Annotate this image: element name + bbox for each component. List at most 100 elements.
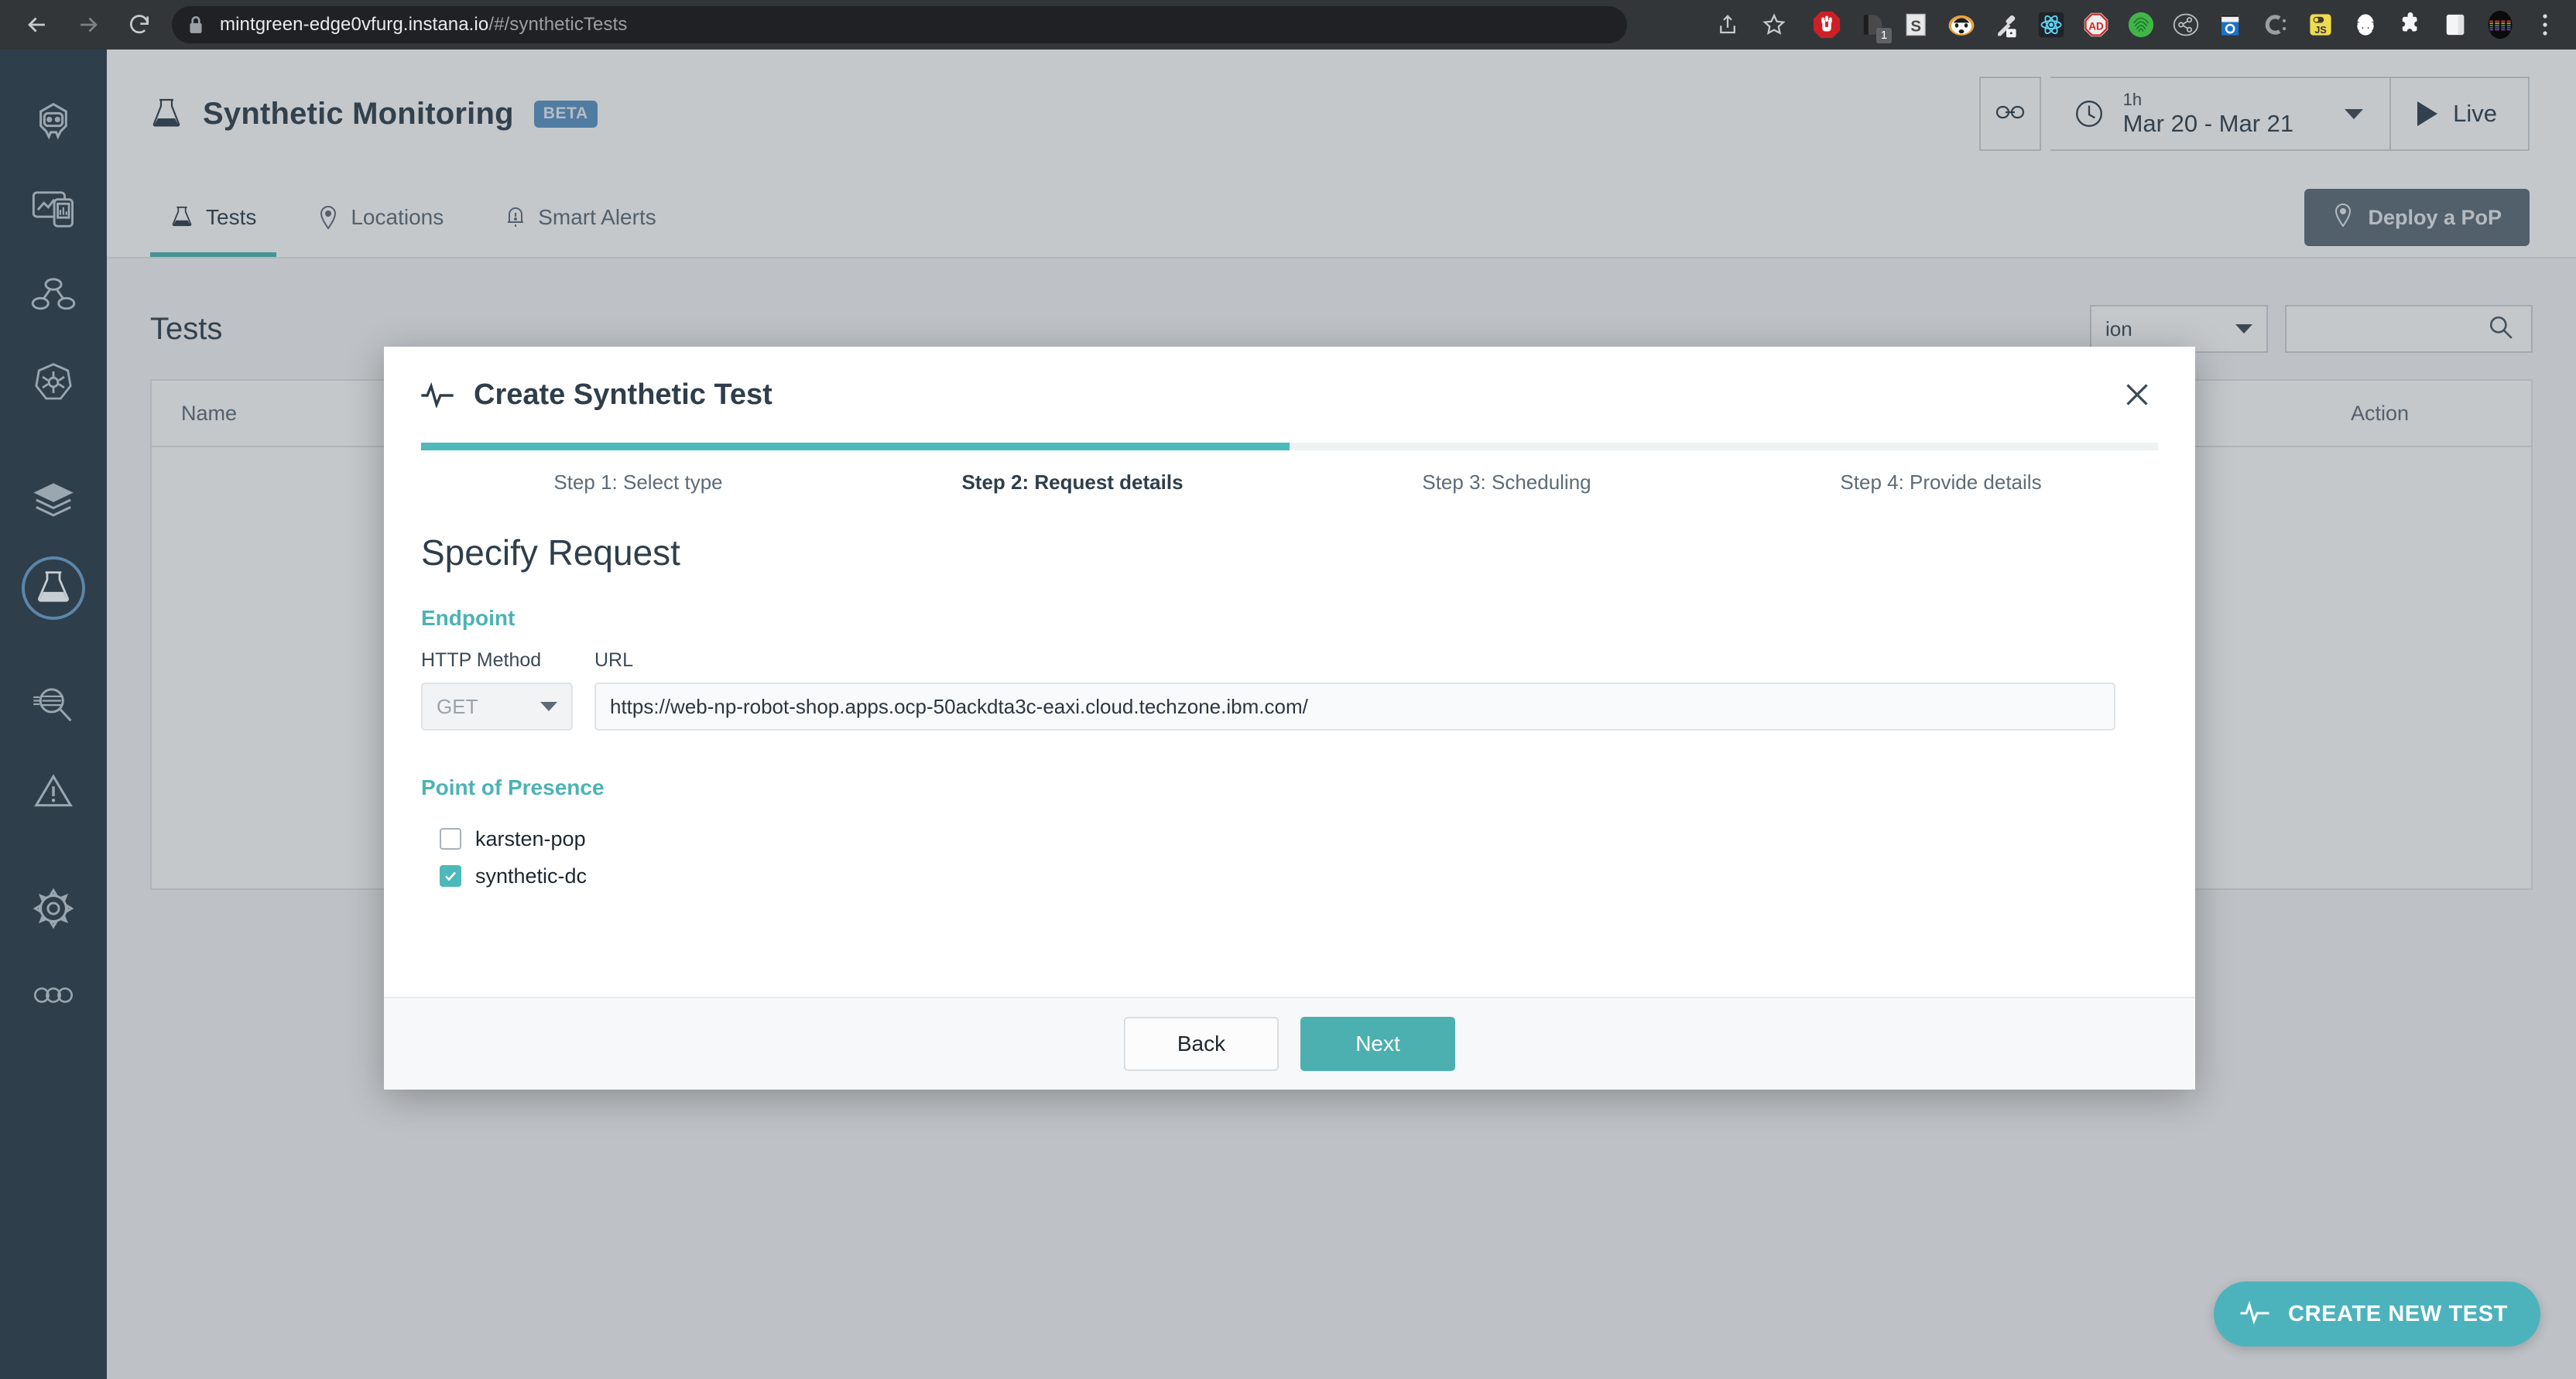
flask-icon (35, 568, 72, 609)
create-new-test-button[interactable]: CREATE NEW TEST (2214, 1281, 2540, 1346)
browser-nav-buttons (0, 2, 163, 48)
dialog-body: Specify Request Endpoint HTTP Method GET… (384, 494, 2195, 895)
main-content: Synthetic Monitoring BETA (107, 50, 2576, 1379)
url-host: mintgreen-edge0vfurg.instana.io (220, 14, 488, 35)
svg-text:S: S (1910, 19, 1921, 36)
browser-toolbar: mintgreen-edge0vfurg.instana.io/#/synthe… (0, 0, 2576, 50)
react-devtools-icon[interactable] (2030, 3, 2073, 46)
create-new-test-label: CREATE NEW TEST (2288, 1302, 2508, 1327)
sidebar-selection-ring (22, 556, 85, 620)
pop-item-synthetic-dc[interactable]: synthetic-dc (440, 857, 2158, 895)
kubernetes-icon (32, 361, 75, 408)
sidebar-item-websites-mobile[interactable] (0, 167, 107, 254)
share-bookmark-group (1706, 3, 1804, 46)
endpoint-fields: HTTP Method GET URL https://web-np-robot… (421, 649, 2158, 731)
robot-icon (32, 101, 75, 148)
step-2[interactable]: Step 2: Request details (855, 471, 1290, 494)
http-method-select[interactable]: GET (421, 683, 573, 731)
url-input[interactable]: https://web-np-robot-shop.apps.ocp-50ack… (594, 683, 2115, 731)
sidebar-item-services[interactable] (0, 254, 107, 340)
pop-item-karsten-pop[interactable]: karsten-pop (440, 820, 2158, 857)
url-label: URL (594, 649, 2115, 672)
sidebar-item-settings[interactable] (0, 867, 107, 953)
pop-item-label: synthetic-dc (475, 864, 587, 888)
share-graph-icon[interactable] (2164, 3, 2208, 46)
sidebar-item-infrastructure[interactable] (0, 458, 107, 545)
pulse-icon (421, 382, 454, 408)
kebab-menu-icon[interactable] (2523, 3, 2567, 46)
address-bar-text: mintgreen-edge0vfurg.instana.io/#/synthe… (220, 14, 627, 36)
reload-icon[interactable] (116, 2, 163, 48)
services-icon (31, 275, 76, 320)
url-path: /#/syntheticTests (488, 14, 627, 35)
sidebar-item-more[interactable] (0, 953, 107, 1040)
checkbox[interactable] (440, 828, 461, 850)
back-icon[interactable] (14, 2, 60, 48)
left-navigation-rail (0, 50, 107, 1379)
sidebar-item-kubernetes[interactable] (0, 340, 107, 427)
star-icon[interactable] (1752, 3, 1796, 46)
url-field: URL https://web-np-robot-shop.apps.ocp-5… (594, 649, 2115, 731)
create-synthetic-test-dialog: Create Synthetic Test Step 1: Select typ… (384, 347, 2195, 1090)
warning-triangle-icon (32, 772, 75, 814)
sidepanel-icon[interactable] (2434, 3, 2477, 46)
step-3[interactable]: Step 3: Scheduling (1290, 471, 1724, 494)
application-window: Synthetic Monitoring BETA (0, 50, 2576, 1379)
point-of-presence-group: Point of Presence karsten-pop (421, 775, 2158, 895)
browser-extensions-area: 1 S (1706, 3, 2576, 46)
javascript-toggle-icon[interactable]: JS (2299, 3, 2342, 46)
sidebar-item-analyze[interactable] (0, 662, 107, 749)
http-method-value: GET (437, 695, 478, 719)
darkreader-icon[interactable]: 1 (1850, 3, 1893, 46)
svg-text:{..}: {..} (2355, 21, 2377, 32)
stack-icon (32, 481, 75, 523)
pop-group-label: Point of Presence (421, 775, 2158, 800)
wizard-steps: Step 1: Select type Step 2: Request deta… (384, 471, 2195, 494)
sidebar-item-synthetic[interactable] (0, 545, 107, 631)
sidebar-item-robot[interactable] (0, 80, 107, 167)
clockify-icon[interactable] (2254, 3, 2297, 46)
address-bar[interactable]: mintgreen-edge0vfurg.instana.io/#/synthe… (172, 6, 1627, 43)
pop-checkbox-list: karsten-pop synthetic-dc (421, 820, 2158, 895)
screenshot-icon[interactable] (2209, 3, 2252, 46)
forward-icon[interactable] (65, 2, 111, 48)
gear-icon (33, 888, 74, 933)
progress-track (421, 443, 2158, 450)
section-title: Specify Request (421, 532, 2158, 573)
next-button[interactable]: Next (1300, 1017, 1455, 1071)
endpoint-group-label: Endpoint (421, 606, 2158, 631)
lock-icon (187, 15, 204, 35)
pulse-icon (2240, 1301, 2271, 1328)
dialog-header: Create Synthetic Test (384, 347, 2195, 443)
chevron-down-icon (540, 702, 557, 711)
step-4[interactable]: Step 4: Provide details (1724, 471, 2158, 494)
magnifier-icon (32, 684, 75, 728)
back-button[interactable]: Back (1124, 1017, 1279, 1071)
adblock-icon[interactable]: AD (2074, 3, 2118, 46)
share-icon[interactable] (1706, 3, 1749, 46)
eyedropper-icon[interactable] (1985, 3, 2028, 46)
privacy-badger-icon[interactable] (1940, 3, 1983, 46)
fingerprint-icon[interactable] (2119, 3, 2163, 46)
step-1[interactable]: Step 1: Select type (421, 471, 855, 494)
checkbox-checked[interactable] (440, 865, 461, 887)
close-icon[interactable] (2116, 374, 2158, 416)
puzzle-extensions-icon[interactable] (2389, 3, 2432, 46)
sketchengine-icon[interactable]: S (1895, 3, 1938, 46)
json-viewer-icon[interactable]: {..} (2344, 3, 2387, 46)
wizard-progress (384, 443, 2195, 450)
pop-item-label: karsten-pop (475, 827, 586, 851)
ublock-origin-icon[interactable] (1805, 3, 1848, 46)
http-method-field: HTTP Method GET (421, 649, 573, 731)
more-dots-icon (32, 984, 75, 1011)
svg-text:AD: AD (2088, 20, 2104, 32)
dialog-title: Create Synthetic Test (474, 378, 772, 412)
progress-fill (421, 443, 1290, 450)
http-method-label: HTTP Method (421, 649, 573, 672)
dialog-footer: Back Next (384, 997, 2195, 1090)
extension-badge: 1 (1876, 28, 1892, 43)
websites-mobile-icon (31, 189, 76, 233)
ibm-profile-icon[interactable] (2478, 3, 2522, 46)
svg-text:JS: JS (2314, 24, 2327, 36)
sidebar-item-events[interactable] (0, 749, 107, 836)
